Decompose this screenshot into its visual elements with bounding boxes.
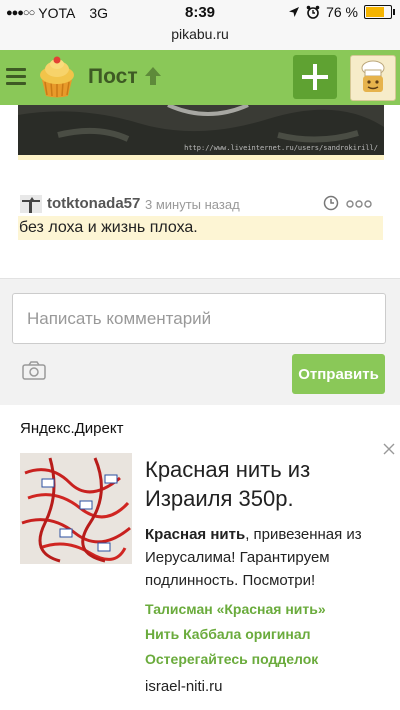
ad-title[interactable]: Красная нить из Израиля 350р. xyxy=(145,455,385,513)
send-button[interactable]: Отправить xyxy=(292,354,385,394)
red-thread-picture xyxy=(20,453,132,564)
ad-description: Красная нить, привезенная из Иерусалима!… xyxy=(145,523,390,592)
add-post-button[interactable] xyxy=(293,55,337,99)
comment-input[interactable] xyxy=(12,293,386,344)
ad-sitelink[interactable]: Нить Каббала оригинал xyxy=(145,626,311,642)
app-header: Пост xyxy=(0,50,400,105)
comment-header: totktonada57 3 минуты назад xyxy=(18,194,382,214)
comment-time: 3 минуты назад xyxy=(145,197,240,212)
close-icon[interactable] xyxy=(383,443,395,455)
user-avatar[interactable] xyxy=(350,55,396,101)
chef-avatar-icon xyxy=(361,60,385,92)
address-url[interactable]: pikabu.ru xyxy=(0,26,400,42)
arrow-up-icon[interactable] xyxy=(144,66,162,86)
reply-form: Отправить xyxy=(0,278,400,406)
ad-sitelink[interactable]: Талисман «Красная нить» xyxy=(145,601,326,617)
status-bar: ●●●○○ YOTA 3G 8:39 76 % pikabu.ru xyxy=(0,0,400,50)
page-title: Пост xyxy=(88,65,138,88)
post-image[interactable]: http://www.liveinternet.ru/users/sandrok… xyxy=(18,105,384,155)
location-arrow-icon xyxy=(289,7,300,17)
ad-sitelink[interactable]: Остерегайтесь подделок xyxy=(145,651,318,667)
comment-username[interactable]: totktonada57 xyxy=(47,195,140,212)
ad-body-highlight: Красная нить xyxy=(145,526,246,543)
status-indicators: 76 % xyxy=(288,4,395,20)
pikabu-logo[interactable] xyxy=(36,56,78,100)
alarm-icon xyxy=(306,5,320,19)
post-separator xyxy=(18,155,384,160)
image-watermark: http://www.liveinternet.ru/users/sandrok… xyxy=(184,144,378,152)
battery-percent: 76 % xyxy=(326,4,358,20)
commenter-avatar[interactable] xyxy=(20,195,42,213)
battery-fill xyxy=(366,7,385,17)
more-options-icon[interactable] xyxy=(346,200,372,208)
hamburger-icon[interactable] xyxy=(6,68,26,86)
clock-icon[interactable] xyxy=(323,195,339,211)
ad-image[interactable] xyxy=(20,453,132,564)
camera-icon[interactable] xyxy=(22,361,46,380)
yandex-direct-ad: Яндекс.Директ Красная нить из Израиля 35… xyxy=(0,405,400,710)
ad-source-label[interactable]: Яндекс.Директ xyxy=(20,420,123,437)
ad-domain[interactable]: israel-niti.ru xyxy=(145,678,223,695)
battery-icon xyxy=(364,5,395,19)
comment-text: без лоха и жизнь плоха. xyxy=(18,216,383,240)
